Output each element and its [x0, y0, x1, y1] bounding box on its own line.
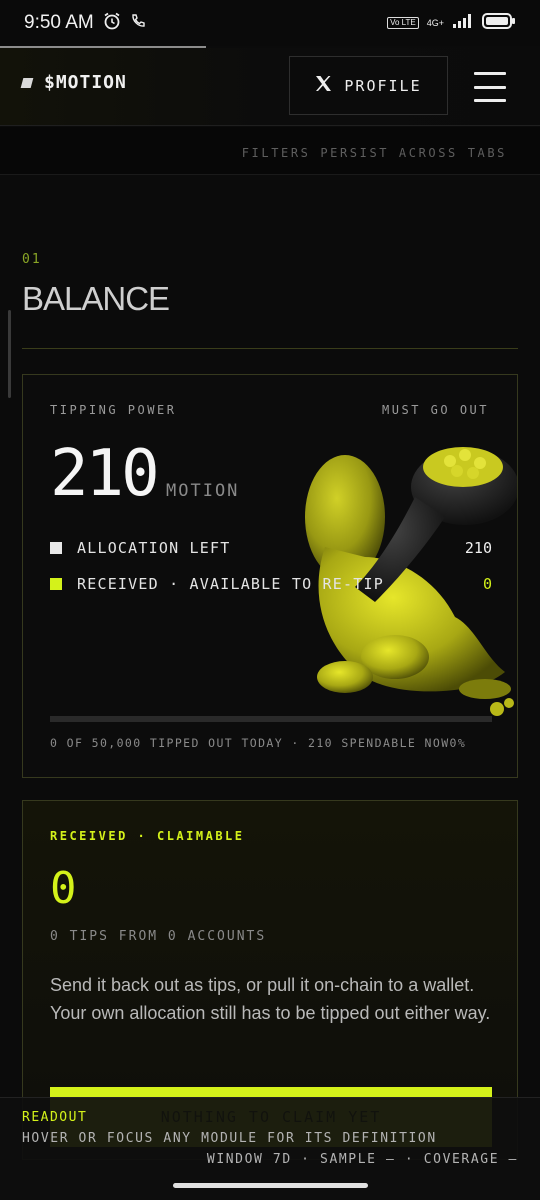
profile-button[interactable]: PROFILE	[289, 56, 448, 115]
logo-mark-icon	[20, 77, 34, 88]
volte-badge: Vo LTE	[387, 17, 419, 29]
readout-text: HOVER OR FOCUS ANY MODULE FOR ITS DEFINI…	[22, 1131, 437, 1146]
section-number: 01	[22, 252, 42, 267]
status-bar: 9:50 AM Vo LTE 4G+	[0, 0, 540, 46]
signal-icon	[452, 13, 474, 33]
tipping-power-amount: 210	[50, 437, 160, 511]
tipping-power-card[interactable]: TIPPING POWER MUST GO OUT 210 MOTION ALL	[22, 374, 518, 778]
legend-label: ALLOCATION LEFT	[77, 539, 231, 557]
x-logo-icon	[315, 75, 332, 96]
battery-icon	[482, 12, 516, 34]
claimable-sub: 0 TIPS FROM 0 ACCOUNTS	[50, 929, 267, 944]
profile-button-label: PROFILE	[344, 76, 422, 95]
must-go-out-tag: MUST GO OUT	[382, 403, 489, 417]
tipping-power-unit: MOTION	[166, 481, 240, 501]
brand-name: $MOTION	[44, 72, 127, 93]
legend-swatch	[50, 542, 62, 554]
claimable-description: Send it back out as tips, or pull it on-…	[50, 975, 491, 1023]
legend-label: RECEIVED · AVAILABLE TO RE-TIP	[77, 575, 384, 593]
tipped-progress-bar	[50, 716, 492, 722]
tipped-footnote: 0 OF 50,000 TIPPED OUT TODAY · 210 SPEND…	[50, 736, 467, 750]
brand-logo[interactable]: $MOTION	[20, 72, 127, 93]
alarm-icon	[102, 11, 122, 35]
hamburger-menu-icon[interactable]	[474, 72, 506, 102]
readout-panel: READOUT HOVER OR FOCUS ANY MODULE FOR IT…	[0, 1097, 540, 1200]
legend-allocation-left: ALLOCATION LEFT 210	[50, 539, 492, 557]
claimable-amount: 0	[50, 863, 77, 914]
phone-icon	[130, 13, 146, 33]
section-divider	[22, 348, 518, 349]
home-indicator[interactable]	[173, 1183, 368, 1188]
tipping-power-label: TIPPING POWER	[50, 403, 177, 417]
network-type: 4G+	[426, 18, 444, 28]
readout-label: READOUT	[22, 1110, 88, 1125]
scrollbar[interactable]	[8, 310, 11, 398]
readout-meta: WINDOW 7D · SAMPLE — · COVERAGE —	[206, 1152, 518, 1167]
filters-note: FILTERS PERSIST ACROSS TABS	[241, 146, 507, 160]
legend-swatch	[50, 578, 62, 590]
legend-value: 0	[482, 575, 492, 593]
legend-value: 210	[464, 539, 492, 557]
filters-bar: FILTERS PERSIST ACROSS TABS	[0, 127, 540, 175]
section-title: BALANCE	[22, 280, 170, 317]
app-header: $MOTION PROFILE	[0, 48, 540, 126]
status-time: 9:50 AM	[24, 12, 94, 33]
claimable-label: RECEIVED · CLAIMABLE	[50, 829, 245, 843]
legend-received: RECEIVED · AVAILABLE TO RE-TIP 0	[50, 575, 492, 593]
